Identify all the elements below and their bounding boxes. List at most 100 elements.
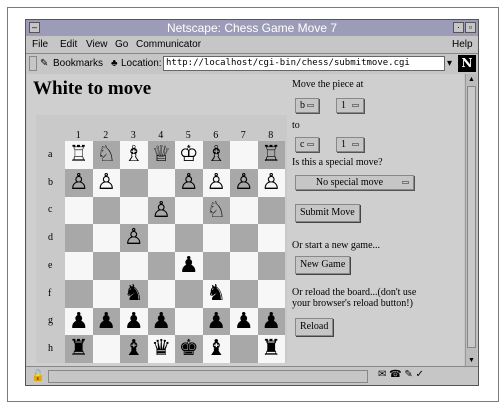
move-form: Move the piece at b 1 to c 1 Is this a s… xyxy=(292,74,462,366)
board-square: ♟ xyxy=(257,307,285,336)
board-square xyxy=(257,279,285,308)
scroll-up-icon[interactable]: ▲ xyxy=(467,75,476,84)
location-label: Location: xyxy=(121,58,162,69)
window-menu-button[interactable]: – xyxy=(29,22,40,33)
board-square: ♝ xyxy=(120,335,148,363)
board-square xyxy=(147,252,175,280)
board-square: ♙ xyxy=(147,196,175,225)
component-bar-icon[interactable]: ✉ ☎ ✎ ✓ xyxy=(378,369,424,380)
location-input[interactable]: http://localhost/cgi-bin/chess/submitmov… xyxy=(163,56,445,71)
board-square: ♜ xyxy=(257,335,285,363)
toolbar-grip[interactable] xyxy=(29,56,37,71)
row-label: h xyxy=(48,343,53,355)
column-label: 4 xyxy=(158,130,164,141)
board-square: ♙ xyxy=(257,168,285,197)
board-square xyxy=(147,224,175,252)
row-label: e xyxy=(48,259,53,271)
from-column-value: b xyxy=(300,100,305,111)
board-square xyxy=(175,279,203,308)
from-row-value: 1 xyxy=(341,100,346,111)
new-game-button[interactable]: New Game xyxy=(295,256,351,274)
maximize-button[interactable]: ▫ xyxy=(465,22,476,33)
menu-view[interactable]: View xyxy=(86,37,108,53)
board-square xyxy=(120,252,148,280)
page-proxy-icon[interactable]: ♣ xyxy=(111,57,118,71)
menu-communicator[interactable]: Communicator xyxy=(136,37,201,53)
to-column-value: c xyxy=(300,139,305,150)
board-square: ♚ xyxy=(175,335,203,363)
row-label: c xyxy=(48,204,53,216)
board-square xyxy=(65,224,93,252)
board-square xyxy=(257,196,285,225)
bookmarks-button[interactable]: Bookmarks xyxy=(53,57,103,71)
board-square: ♙ xyxy=(120,224,148,252)
row-label: b xyxy=(48,176,53,188)
board-square xyxy=(120,196,148,225)
board-square: ♖ xyxy=(65,141,93,169)
reload-instructions-line-1: Or reload the board...(don't use xyxy=(292,287,417,298)
board-square xyxy=(65,196,93,225)
scroll-down-icon[interactable]: ▼ xyxy=(467,356,476,365)
board-square xyxy=(202,252,230,280)
to-row-select[interactable]: 1 xyxy=(336,137,364,152)
special-move-value: No special move xyxy=(315,177,384,188)
dropdown-indicator-icon xyxy=(307,143,314,146)
column-label: 8 xyxy=(268,130,274,141)
submit-move-button[interactable]: Submit Move xyxy=(295,204,360,222)
location-toolbar: ✎ Bookmarks ♣ Location: http://localhost… xyxy=(26,53,478,74)
board-square: ♙ xyxy=(175,168,203,197)
status-bar: 🔓 ✉ ☎ ✎ ✓ xyxy=(26,366,478,386)
reload-button[interactable]: Reload xyxy=(295,318,334,336)
menu-edit[interactable]: Edit xyxy=(60,37,77,53)
board-square xyxy=(175,196,203,225)
board-square: ♕ xyxy=(147,141,175,169)
netscape-logo-icon[interactable]: N xyxy=(458,55,476,72)
location-dropdown-icon[interactable]: ▾ xyxy=(447,57,452,71)
board-square xyxy=(175,307,203,336)
row-label: d xyxy=(48,232,53,244)
menu-go[interactable]: Go xyxy=(115,37,128,53)
column-label: 3 xyxy=(130,130,136,141)
window-title: Netscape: Chess Game Move 7 xyxy=(166,21,338,35)
security-lock-icon[interactable]: 🔓 xyxy=(31,369,45,382)
dropdown-indicator-icon xyxy=(352,143,359,146)
board-square: ♙ xyxy=(202,168,230,197)
board-square xyxy=(65,279,93,308)
menu-file[interactable]: File xyxy=(32,37,48,53)
board-square xyxy=(257,252,285,280)
column-label: 7 xyxy=(240,130,246,141)
special-move-select[interactable]: No special move xyxy=(295,175,414,190)
board-square: ♟ xyxy=(147,307,175,336)
bookmarks-icon[interactable]: ✎ xyxy=(40,57,48,71)
column-label: 6 xyxy=(213,130,219,141)
board-square xyxy=(230,335,258,363)
menu-bar: File Edit View Go Communicator Help xyxy=(26,37,478,53)
move-to-label: to xyxy=(292,120,300,131)
special-move-label: Is this a special move? xyxy=(292,157,383,168)
board-square: ♙ xyxy=(92,168,120,197)
board-square: ♘ xyxy=(92,141,120,169)
board-square xyxy=(92,196,120,225)
dropdown-indicator-icon xyxy=(307,104,314,107)
dropdown-indicator-icon xyxy=(402,181,409,184)
row-label: f xyxy=(48,287,52,299)
board-square xyxy=(147,279,175,308)
from-row-select[interactable]: 1 xyxy=(336,98,364,113)
vertical-scrollbar[interactable]: ▲ ▼ xyxy=(465,74,477,366)
minimize-button[interactable]: · xyxy=(453,22,464,33)
board-square: ♞ xyxy=(120,279,148,308)
to-row-value: 1 xyxy=(341,139,346,150)
board-square: ♜ xyxy=(65,335,93,363)
to-column-select[interactable]: c xyxy=(295,137,319,152)
menu-help[interactable]: Help xyxy=(452,37,473,53)
from-column-select[interactable]: b xyxy=(295,98,319,113)
move-from-label: Move the piece at xyxy=(292,79,364,90)
board-grid: ♖ ♘ ♗ ♕ ♔ ♗ ♖ ♙ ♙ ♙ ♙ ♙ ♙ ♙ ♘ ♙ ♟ ♞ ♞ ♟ ♟ ♟ ♟ ♟ ♟ ♟ ♜ ♝ ♛ ♚ ♝ ♜ xyxy=(65,141,285,363)
board-square xyxy=(92,224,120,252)
column-label: 2 xyxy=(103,130,109,141)
column-label: 1 xyxy=(75,130,81,141)
column-label: 5 xyxy=(185,130,191,141)
board-square xyxy=(92,279,120,308)
scroll-thumb[interactable] xyxy=(467,86,476,348)
title-bar[interactable]: – Netscape: Chess Game Move 7 · ▫ xyxy=(26,20,478,36)
